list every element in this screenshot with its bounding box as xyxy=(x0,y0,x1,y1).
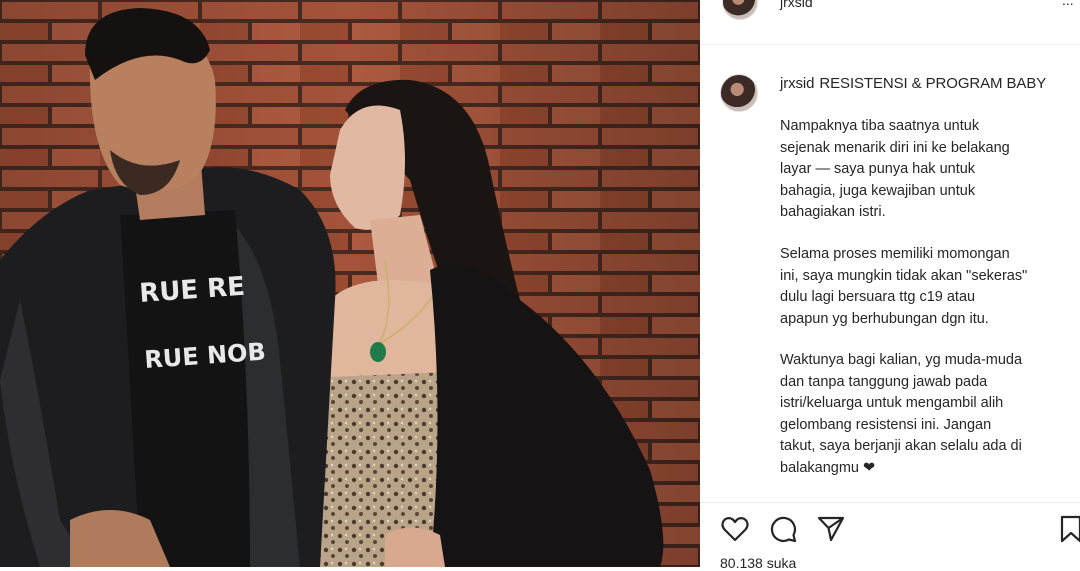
caption-line: ini, saya mungkin tidak akan "sekeras" xyxy=(780,267,1028,284)
caption-paragraph-2: Selama proses memiliki momongan ini, say… xyxy=(780,244,1065,330)
post-side-panel: jrxsid ... jrxsid RESISTENSI & PROGRAM BA… xyxy=(700,0,1080,571)
caption-line: Waktunya bagi kalian, yg muda-muda xyxy=(780,352,1023,368)
caption-line: layar — saya punya hak untuk xyxy=(780,161,976,177)
bookmark-icon[interactable] xyxy=(1056,514,1080,544)
likes-count[interactable]: 80.138 suka xyxy=(720,555,796,571)
actions-divider xyxy=(700,502,1080,503)
caption-title: RESISTENSI & PROGRAM BABY xyxy=(819,75,1047,92)
caption-heading: jrxsid RESISTENSI & PROGRAM BABY xyxy=(780,74,1070,94)
caption-line: bahagiakan istri. xyxy=(780,204,886,220)
caption-line: sejenak menarik diri ini ke belakang xyxy=(780,139,1010,156)
caption-line: gelombang resistensi ini. Jangan xyxy=(780,416,992,433)
caption-username[interactable]: jrxsid xyxy=(780,75,815,92)
caption-line: dan tanpa tanggung jawab pada xyxy=(780,373,988,390)
caption-line: bahagia, juga kewajiban untuk xyxy=(780,182,976,199)
post-photo[interactable]: RUE RE RUE NOB xyxy=(0,0,700,567)
caption-paragraph-1: Nampaknya tiba saatnya untuk sejenak men… xyxy=(780,116,1065,224)
caption-line: istri/keluarga untuk mengambil alih xyxy=(780,395,1004,411)
caption-line: balakangmu ❤ xyxy=(780,459,876,476)
comment-icon[interactable] xyxy=(768,514,798,544)
caption-line: Nampaknya tiba saatnya untuk xyxy=(780,118,980,134)
more-options-icon[interactable]: ... xyxy=(1062,0,1074,8)
photo-scene: RUE RE RUE NOB xyxy=(0,0,700,567)
heart-icon[interactable] xyxy=(720,514,750,544)
send-icon[interactable] xyxy=(816,514,846,544)
caption-line: apapun yg berhubungan dgn itu. xyxy=(780,310,989,327)
caption-paragraph-3: Waktunya bagi kalian, yg muda-muda dan t… xyxy=(780,350,1065,479)
caption-line: dulu lagi bersuara ttg c19 atau xyxy=(780,289,976,305)
header-username[interactable]: jrxsid xyxy=(780,0,813,10)
caption-line: Selama proses memiliki momongan xyxy=(780,246,1010,262)
caption-line: takut, saya berjanji akan selalu ada di xyxy=(780,438,1022,454)
caption-avatar[interactable] xyxy=(720,74,758,112)
profile-avatar[interactable] xyxy=(722,0,758,20)
header-divider xyxy=(700,44,1080,45)
